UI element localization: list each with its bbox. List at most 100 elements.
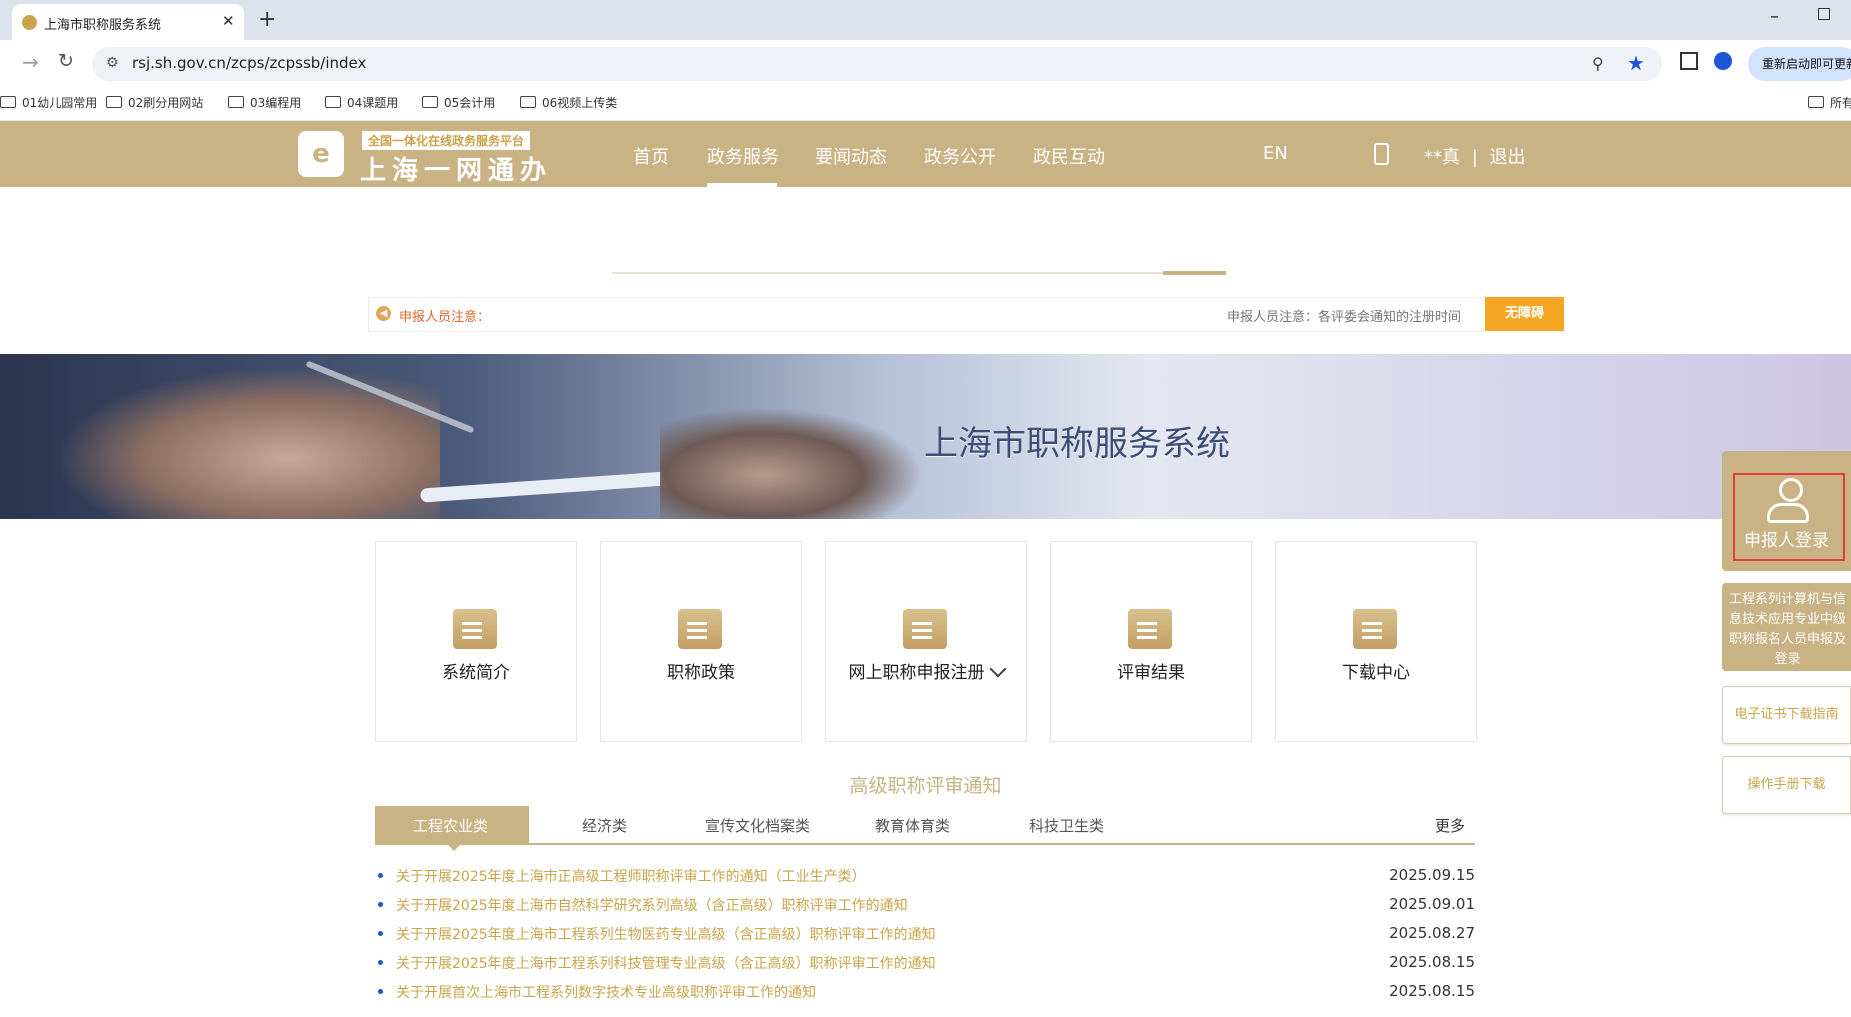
applicant-login-button[interactable]: 申报人登录	[1722, 451, 1851, 571]
active-nav-indicator	[707, 183, 777, 187]
notice-title[interactable]: 关于开展2025年度上海市工程系列科技管理专业高级（含正高级）职称评审工作的通知	[396, 953, 936, 973]
url-text[interactable]: rsj.sh.gov.cn/zcps/zcpssb/index	[132, 54, 366, 72]
bookmark-folder[interactable]: 01幼儿园常用	[0, 94, 97, 111]
notice-title[interactable]: 关于开展2025年度上海市工程系列生物医药专业高级（含正高级）职称评审工作的通知	[396, 924, 936, 944]
restore-window-button[interactable]	[1818, 8, 1830, 20]
notice-date: 2025.09.15	[1389, 866, 1475, 884]
service-card-label: 网上职称申报注册	[848, 663, 985, 683]
notice-list-item[interactable]: 关于开展首次上海市工程系列数字技术专业高级职称评审工作的通知 2025.08.1…	[378, 980, 1475, 1004]
tab-education-sports[interactable]: 教育体育类	[875, 815, 950, 836]
language-toggle[interactable]: EN	[1263, 143, 1288, 164]
logo-subtitle: 全国一体化在线政务服务平台	[362, 131, 531, 150]
folder-icon	[422, 96, 438, 108]
service-card-results[interactable]: 评审结果	[1050, 541, 1252, 742]
logo-emblem-icon[interactable]: e	[298, 131, 344, 177]
tab-engineering-agriculture[interactable]: 工程农业类	[413, 815, 488, 836]
zoom-icon[interactable]: ⚲	[1592, 54, 1604, 73]
bookmark-folder[interactable]: 04课题用	[325, 94, 398, 111]
tabs-divider	[375, 843, 1475, 845]
folder-icon	[0, 96, 16, 108]
mobile-phone-icon[interactable]	[1374, 143, 1389, 165]
nav-home[interactable]: 首页	[633, 143, 669, 169]
engineering-registration-label: 工程系列计算机与信息技术应用专业中级职称报名人员申报及登录	[1728, 592, 1846, 667]
search-bar-underline	[612, 272, 1226, 274]
accessibility-button[interactable]: 无障碍	[1485, 297, 1564, 331]
nav-interaction[interactable]: 政民互动	[1033, 143, 1105, 169]
site-header: e 全国一体化在线政务服务平台 上海一网通办 首页 政务服务 要闻动态 政务公开…	[0, 121, 1851, 187]
folder-icon	[228, 96, 244, 108]
service-card-downloads[interactable]: 下载中心	[1275, 541, 1477, 742]
side-panel-icon[interactable]	[1680, 52, 1698, 70]
list-bullet	[378, 960, 383, 965]
service-card-online-registration[interactable]: 网上职称申报注册	[825, 541, 1027, 742]
list-bullet	[378, 989, 383, 994]
browser-tab[interactable]: 上海市职称服务系统 ✕	[12, 4, 244, 40]
all-bookmarks-folder[interactable]: 所有	[1808, 94, 1851, 111]
logo-title[interactable]: 上海一网通办	[360, 150, 552, 187]
notice-title[interactable]: 关于开展首次上海市工程系列数字技术专业高级职称评审工作的通知	[396, 982, 816, 1002]
tab-science-health[interactable]: 科技卫生类	[1029, 815, 1104, 836]
tab-economics[interactable]: 经济类	[582, 815, 627, 836]
search-bar-accent	[1163, 271, 1226, 275]
service-card-label: 下载中心	[1342, 663, 1410, 683]
logout-link[interactable]: 退出	[1490, 147, 1526, 168]
notice-label: 申报人员注意：	[399, 310, 491, 325]
bookmark-folder[interactable]: 06视频上传类	[520, 94, 617, 111]
user-icon-head	[1779, 478, 1803, 502]
notice-date: 2025.08.27	[1389, 924, 1475, 942]
more-link[interactable]: 更多	[1435, 815, 1465, 836]
document-icon	[453, 609, 497, 649]
bookmark-folder[interactable]: 02刷分用网站	[106, 94, 203, 111]
browser-tab-bar: 上海市职称服务系统 ✕ + –	[0, 0, 1851, 40]
bookmarks-bar: 01幼儿园常用 02刷分用网站 03编程用 04课题用 05会计用 06视频上传…	[0, 86, 1851, 121]
close-tab-icon[interactable]: ✕	[222, 12, 235, 30]
site-favicon-icon	[22, 15, 37, 30]
address-bar[interactable]: ⚙ rsj.sh.gov.cn/zcps/zcpssb/index ⚲ ★	[92, 47, 1662, 81]
tab-culture-archives[interactable]: 宣传文化档案类	[705, 815, 810, 836]
list-bullet	[378, 873, 383, 878]
notice-list-item[interactable]: 关于开展2025年度上海市正高级工程师职称评审工作的通知（工业生产类） 2025…	[378, 864, 1475, 888]
hero-banner: 上海市职称服务系统	[0, 354, 1851, 519]
new-tab-button[interactable]: +	[258, 7, 276, 32]
site-settings-icon[interactable]: ⚙	[106, 55, 119, 71]
profile-avatar-icon[interactable]	[1714, 52, 1732, 70]
certificate-guide-button[interactable]: 电子证书下载指南	[1722, 686, 1851, 744]
notice-date: 2025.08.15	[1389, 953, 1475, 971]
bookmark-star-icon[interactable]: ★	[1627, 51, 1645, 75]
bookmark-folder[interactable]: 05会计用	[422, 94, 495, 111]
service-card-label: 职称政策	[667, 663, 735, 683]
notice-bar: ◀ 申报人员注意： 申报人员注意：各评委会通知的注册时间	[368, 297, 1486, 332]
download-box-icon	[1353, 609, 1397, 649]
list-bullet	[378, 931, 383, 936]
reload-icon[interactable]: ↻	[58, 50, 74, 72]
service-card-policy[interactable]: 职称政策	[600, 541, 802, 742]
engineering-registration-button[interactable]: 工程系列计算机与信息技术应用专业中级职称报名人员申报及登录	[1722, 583, 1851, 671]
minimize-window-button[interactable]: –	[1770, 6, 1779, 27]
banner-hand-image	[660, 409, 920, 519]
list-bullet	[378, 902, 383, 907]
notice-list-item[interactable]: 关于开展2025年度上海市工程系列科技管理专业高级（含正高级）职称评审工作的通知…	[378, 951, 1475, 975]
notice-date: 2025.09.01	[1389, 895, 1475, 913]
service-card-label: 评审结果	[1117, 663, 1185, 683]
bookmark-folder[interactable]: 03编程用	[228, 94, 301, 111]
nav-public-info[interactable]: 政务公开	[924, 143, 996, 169]
nav-news[interactable]: 要闻动态	[815, 143, 887, 169]
folder-icon	[520, 96, 536, 108]
chevron-down-icon[interactable]	[989, 660, 1006, 678]
nav-services[interactable]: 政务服务	[707, 143, 779, 169]
relaunch-update-button[interactable]: 重新启动即可更新	[1748, 47, 1851, 81]
notice-title[interactable]: 关于开展2025年度上海市正高级工程师职称评审工作的通知（工业生产类）	[396, 866, 866, 886]
notice-marquee-text[interactable]: 申报人员注意：各评委会通知的注册时间	[1227, 306, 1482, 325]
folder-icon	[106, 96, 122, 108]
login-label: 申报人登录	[1744, 531, 1829, 551]
notice-title[interactable]: 关于开展2025年度上海市自然科学研究系列高级（含正高级）职称评审工作的通知	[396, 895, 908, 915]
back-arrow-icon[interactable]: →	[22, 50, 39, 74]
notice-list-item[interactable]: 关于开展2025年度上海市工程系列生物医药专业高级（含正高级）职称评审工作的通知…	[378, 922, 1475, 946]
user-name[interactable]: **真	[1424, 147, 1460, 168]
manual-download-button[interactable]: 操作手册下载	[1722, 756, 1851, 814]
folder-icon	[325, 96, 341, 108]
user-area: **真 | 退出	[1424, 143, 1526, 169]
notice-list-item[interactable]: 关于开展2025年度上海市自然科学研究系列高级（含正高级）职称评审工作的通知 2…	[378, 893, 1475, 917]
user-icon-body	[1767, 503, 1809, 523]
service-card-system-intro[interactable]: 系统简介	[375, 541, 577, 742]
